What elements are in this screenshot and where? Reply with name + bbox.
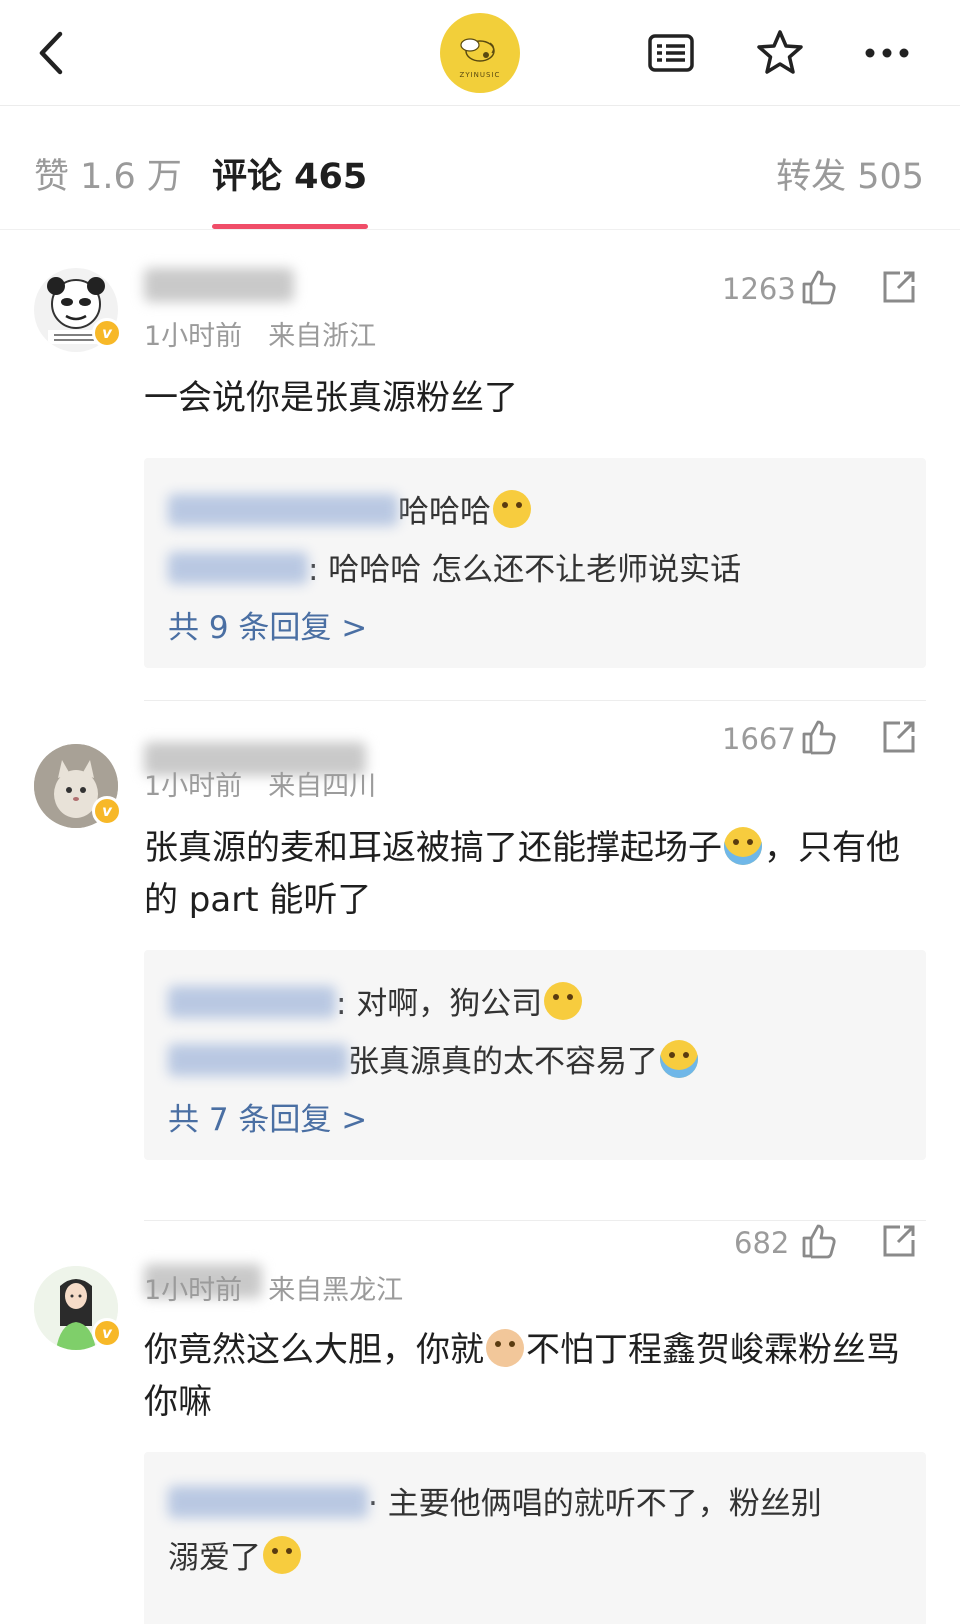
comment-meta: 1小时前 来自四川 <box>144 764 376 803</box>
comment-item: v 1小时前 来自黑龙江 682 你竟然这么大胆，你就 不怕丁程鑫贺峻霖粉丝骂你嘛 … <box>0 1224 960 1624</box>
comment-item: v 1小时前 来自四川 1667 张真源的麦和耳返被搞了还能撑起场子 ，只有他的 p… <box>0 702 960 1221</box>
logo-text: ZYINUSIC <box>459 71 501 79</box>
divider <box>144 700 926 701</box>
comment-location: 来自浙江 <box>268 321 377 352</box>
verified-badge-icon: v <box>92 1318 122 1348</box>
reply-username-blurred[interactable] <box>168 1044 348 1076</box>
active-tab-indicator <box>212 224 368 229</box>
reply-username-blurred[interactable] <box>168 986 336 1018</box>
account-logo[interactable]: ZYINUSIC <box>440 13 520 93</box>
crying-emoji-icon <box>724 827 762 865</box>
chevron-left-icon[interactable] <box>30 28 74 78</box>
comment-text: 一会说你是张真源粉丝了 <box>144 378 518 418</box>
comment-location: 来自黑龙江 <box>268 1275 404 1306</box>
comment-location: 来自四川 <box>268 771 377 802</box>
comment-text: 你竟然这么大胆，你就 不怕丁程鑫贺峻霖粉丝骂你嘛 <box>144 1329 900 1422</box>
laugh-cry-emoji-icon <box>263 1536 301 1574</box>
thumbs-up-icon[interactable] <box>800 1222 838 1260</box>
laugh-cry-emoji-icon <box>493 490 531 528</box>
comment-item: v 1小时前 来自浙江 1263 一会说你是张真源粉丝了 哈哈哈 : 哈哈哈 怎么… <box>0 230 960 701</box>
divider <box>144 1220 926 1221</box>
comment-meta: 1小时前 来自浙江 <box>144 314 376 353</box>
tab-reposts[interactable]: 转发 505 <box>776 148 924 199</box>
thumbs-up-icon[interactable] <box>800 268 838 306</box>
username-blurred[interactable] <box>144 268 294 302</box>
comment-time: 1小时前 <box>144 1275 243 1306</box>
like-count: 682 <box>734 1226 790 1260</box>
share-icon[interactable] <box>880 718 918 756</box>
share-icon[interactable] <box>880 268 918 306</box>
tab-bar: 赞 1.6 万 评论 465 转发 505 <box>0 106 960 230</box>
tab-comments[interactable]: 评论 465 <box>212 148 367 199</box>
like-count: 1667 <box>722 722 796 756</box>
list-icon[interactable] <box>646 28 696 78</box>
comment-time: 1小时前 <box>144 321 243 352</box>
reply-line: 哈哈哈 <box>168 486 533 531</box>
reply-username-blurred[interactable] <box>168 1486 368 1518</box>
reply-username-blurred[interactable] <box>168 494 398 526</box>
view-replies-link[interactable]: 共 7 条回复 > <box>168 1094 367 1139</box>
share-icon[interactable] <box>880 1222 918 1260</box>
comment-meta: 1小时前 来自黑龙江 <box>144 1268 403 1307</box>
comment-time: 1小时前 <box>144 771 243 802</box>
thumbs-up-icon[interactable] <box>800 718 838 756</box>
like-count: 1263 <box>722 272 796 306</box>
reply-box[interactable]: 哈哈哈 : 哈哈哈 怎么还不让老师说实话 共 9 条回复 > <box>144 458 926 668</box>
crying-emoji-icon <box>660 1040 698 1078</box>
star-icon[interactable] <box>755 28 805 78</box>
reply-line: : 对啊，狗公司 <box>168 978 584 1023</box>
tab-likes[interactable]: 赞 1.6 万 <box>34 148 182 199</box>
reply-line: 张真源真的太不容易了 <box>168 1036 700 1081</box>
verified-badge-icon: v <box>92 796 122 826</box>
reply-box[interactable]: · 主要他俩唱的就听不了，粉丝别 溺爱了 <box>144 1452 926 1624</box>
comment-text: 张真源的麦和耳返被搞了还能撑起场子 ，只有他的 part 能听了 <box>144 827 900 920</box>
cat-face-emoji-icon <box>486 1329 524 1367</box>
verified-badge-icon: v <box>92 318 122 348</box>
reply-line: 溺爱了 <box>168 1532 303 1577</box>
logo-art-icon <box>460 38 495 62</box>
top-bar: ZYINUSIC <box>0 0 960 106</box>
reply-line: · 主要他俩唱的就听不了，粉丝别 <box>168 1478 822 1523</box>
laugh-cry-emoji-icon <box>544 982 583 1020</box>
more-icon[interactable] <box>862 28 912 78</box>
view-replies-link[interactable]: 共 9 条回复 > <box>168 602 367 647</box>
reply-line: : 哈哈哈 怎么还不让老师说实话 <box>168 544 741 589</box>
reply-box[interactable]: : 对啊，狗公司 张真源真的太不容易了 共 7 条回复 > <box>144 950 926 1160</box>
reply-username-blurred[interactable] <box>168 552 308 584</box>
